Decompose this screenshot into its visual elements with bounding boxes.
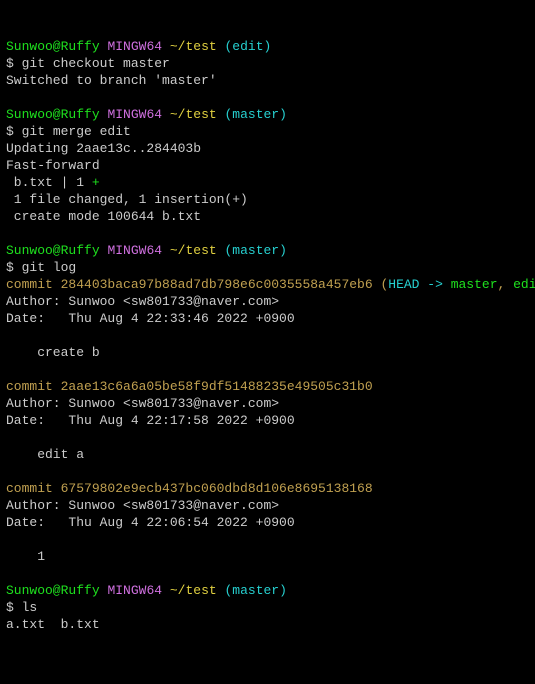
prompt-symbol: $ [6,600,22,615]
command-line: $ git log [6,260,76,275]
branch: (edit) [224,39,271,54]
author-line: Author: Sunwoo <sw801733@naver.com> [6,396,279,411]
output-line: b.txt | 1 [6,175,92,190]
cwd: ~/test [170,243,217,258]
ref-edit: edit [513,277,535,292]
command: git checkout master [22,56,170,71]
command: git merge edit [22,124,131,139]
terminal[interactable]: Sunwoo@Ruffy MINGW64 ~/test (edit) $ git… [6,38,529,633]
command-line: $ ls [6,600,37,615]
branch: (master) [224,583,286,598]
prompt-symbol: $ [6,260,22,275]
ref-head: HEAD -> [388,277,450,292]
command-line: $ git merge edit [6,124,131,139]
prompt-line: Sunwoo@Ruffy MINGW64 ~/test (master) [6,583,287,598]
cwd: ~/test [170,107,217,122]
date-line: Date: Thu Aug 4 22:17:58 2022 +0900 [6,413,295,428]
output-line: Updating 2aae13c..284403b [6,141,201,156]
user: Sunwoo@Ruffy [6,39,100,54]
user: Sunwoo@Ruffy [6,583,100,598]
host: MINGW64 [107,39,162,54]
commit-message: create b [6,345,100,360]
output-line: Fast-forward [6,158,100,173]
author-line: Author: Sunwoo <sw801733@naver.com> [6,498,279,513]
user: Sunwoo@Ruffy [6,243,100,258]
command: git log [22,260,77,275]
date-line: Date: Thu Aug 4 22:06:54 2022 +0900 [6,515,295,530]
user: Sunwoo@Ruffy [6,107,100,122]
commit-line: commit 67579802e9ecb437bc060dbd8d106e869… [6,481,373,496]
prompt-line: Sunwoo@Ruffy MINGW64 ~/test (edit) [6,39,271,54]
prompt-symbol: $ [6,124,22,139]
ref-sep: , [498,277,514,292]
command-line: $ git checkout master [6,56,170,71]
diff-plus: + [92,175,100,190]
date-line: Date: Thu Aug 4 22:33:46 2022 +0900 [6,311,295,326]
host: MINGW64 [107,243,162,258]
author-line: Author: Sunwoo <sw801733@naver.com> [6,294,279,309]
commit-message: 1 [6,549,45,564]
prompt-line: Sunwoo@Ruffy MINGW64 ~/test (master) [6,107,287,122]
output-line: create mode 100644 b.txt [6,209,201,224]
output-line: Switched to branch 'master' [6,73,217,88]
ref-master: master [451,277,498,292]
branch: (master) [224,107,286,122]
commit-line: commit 284403baca97b88ad7db798e6c0035558… [6,277,388,292]
cwd: ~/test [170,39,217,54]
host: MINGW64 [107,107,162,122]
commit-line: commit 2aae13c6a6a05be58f9df51488235e495… [6,379,373,394]
host: MINGW64 [107,583,162,598]
output-line: 1 file changed, 1 insertion(+) [6,192,248,207]
branch: (master) [224,243,286,258]
cwd: ~/test [170,583,217,598]
command: ls [22,600,38,615]
output-line: a.txt b.txt [6,617,100,632]
commit-message: edit a [6,447,84,462]
prompt-symbol: $ [6,56,22,71]
prompt-line: Sunwoo@Ruffy MINGW64 ~/test (master) [6,243,287,258]
